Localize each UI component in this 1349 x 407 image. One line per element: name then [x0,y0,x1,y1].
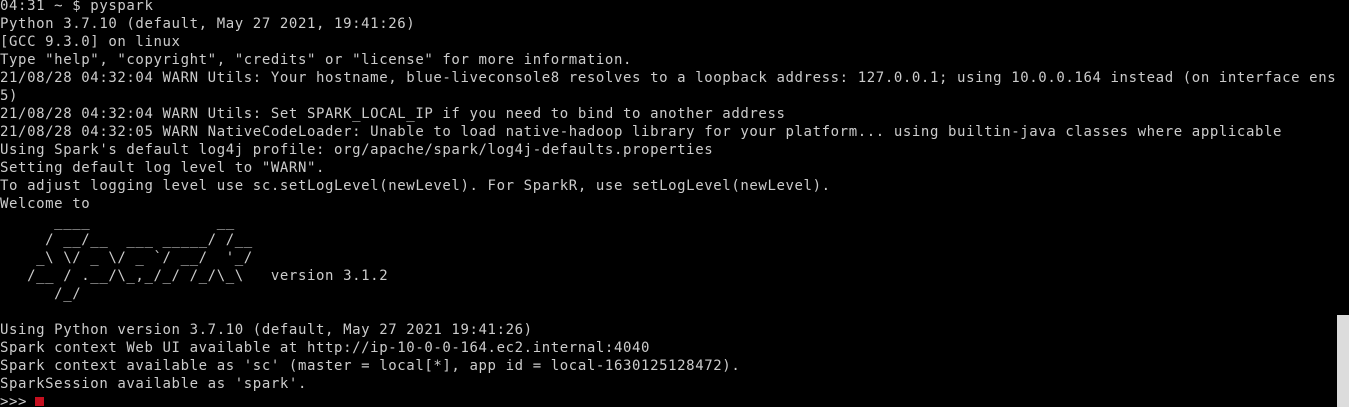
terminal-window[interactable]: 04:31 ~ $ pyspark Python 3.7.10 (default,… [0,0,1337,407]
terminal-line: 21/08/28 04:32:04 WARN Utils: Set SPARK_… [0,106,786,122]
terminal-line: Welcome to [0,196,91,212]
text-cursor [35,397,44,406]
terminal-line: / __/__ ___ _____/ /__ [0,232,253,248]
terminal-line: To adjust logging level use sc.setLogLev… [0,178,831,194]
terminal-line: Using Python version 3.7.10 (default, Ma… [0,322,533,338]
terminal-line: Type "help", "copyright", "credits" or "… [0,52,633,68]
terminal-line: 5) [0,88,19,104]
terminal-line: Spark context available as 'sc' (master … [0,358,741,374]
terminal-line: Spark context Web UI available at http:/… [0,340,651,356]
terminal-line: [GCC 9.3.0] on linux [0,34,181,50]
scrollbar-thumb[interactable] [1337,315,1349,407]
terminal-line: Using Spark's default log4j profile: org… [0,142,714,158]
terminal-line: Setting default log level to "WARN". [0,160,326,176]
terminal-line: 04:31 ~ $ pyspark [0,0,154,14]
terminal-line: _\ \/ _ \/ _ `/ __/ '_/ [0,250,253,266]
terminal-line: 21/08/28 04:32:04 WARN Utils: Your hostn… [0,70,1337,86]
terminal-line: SparkSession available as 'spark'. [0,376,307,392]
terminal-line: Python 3.7.10 (default, May 27 2021, 19:… [0,16,416,32]
terminal-line: /_/ [0,286,82,302]
vertical-scrollbar[interactable] [1337,0,1349,407]
terminal-line: 21/08/28 04:32:05 WARN NativeCodeLoader:… [0,124,1283,140]
prompt-line: >>> [0,394,37,407]
terminal-line: ____ __ [0,214,235,230]
terminal-line: /__ / .__/\_,_/_/ /_/\_\ version 3.1.2 [0,268,389,284]
